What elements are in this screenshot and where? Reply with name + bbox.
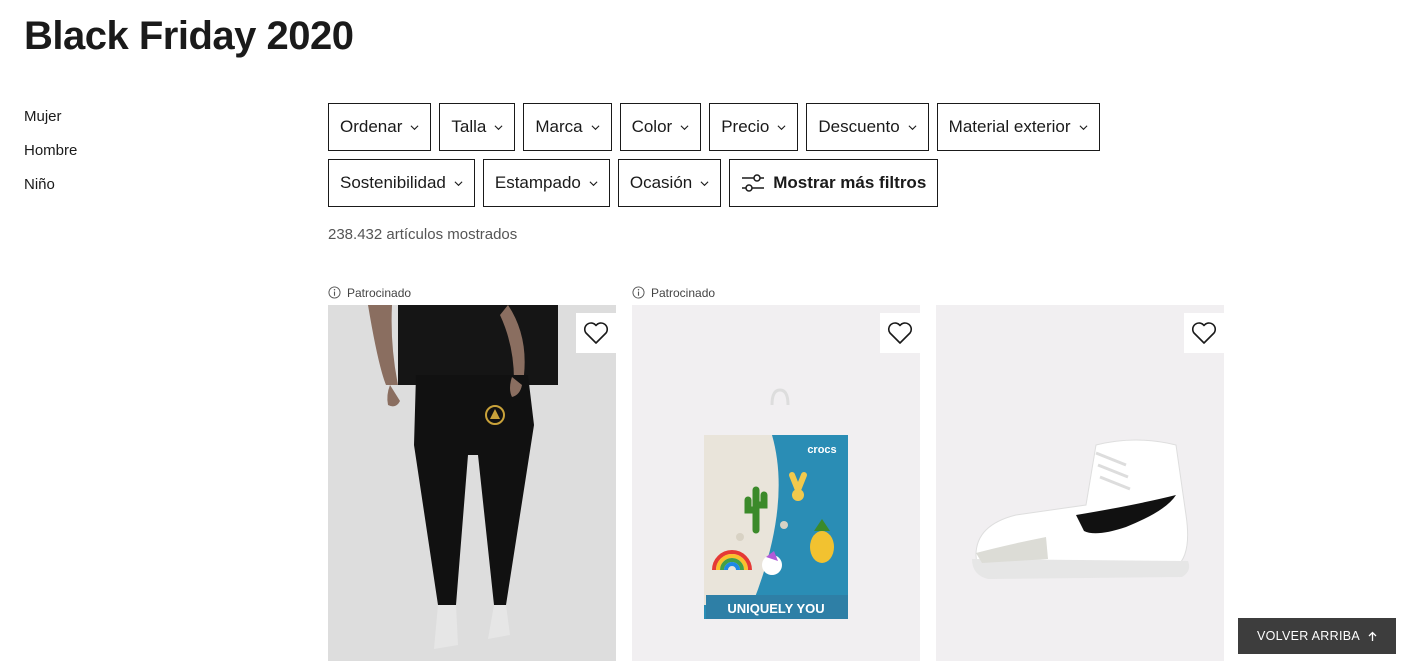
sponsored-label: Patrocinado	[347, 285, 412, 300]
sponsored-tag: Patrocinado	[632, 280, 920, 305]
back-to-top-button[interactable]: VOLVER ARRIBA	[1238, 618, 1396, 654]
filter-label: Sostenibilidad	[340, 173, 446, 192]
filter-sort-button[interactable]: Ordenar	[328, 103, 432, 151]
sliders-icon	[742, 174, 765, 192]
filter-label: Descuento	[818, 117, 900, 136]
sponsored-tag	[936, 280, 1224, 305]
more-filters-label: Mostrar más filtros	[773, 173, 927, 192]
filter-label: Estampado	[494, 173, 581, 192]
favorite-button[interactable]	[1184, 313, 1224, 353]
product-image[interactable]	[936, 305, 1224, 661]
results-count: 238.432 artículos mostrados	[328, 226, 518, 243]
category-nav: Mujer Hombre Niño	[24, 108, 77, 210]
filter-row-1: Ordenar Talla Marca Color Precio Descuen…	[328, 103, 1128, 151]
filter-color-button[interactable]: Color	[619, 103, 702, 151]
nav-item-hombre[interactable]: Hombre	[24, 142, 77, 176]
product-image[interactable]: UNIQUELY YOU crocs	[632, 305, 920, 661]
jibbitz-pack-illustration: UNIQUELY YOU crocs	[632, 305, 920, 661]
chevron-down-icon	[1079, 124, 1088, 130]
chevron-down-icon	[410, 124, 419, 130]
chevron-down-icon	[700, 180, 709, 186]
sponsored-label: Patrocinado	[651, 285, 716, 300]
info-icon[interactable]	[328, 286, 341, 299]
favorite-button[interactable]	[576, 313, 616, 353]
page-title: Black Friday 2020	[24, 14, 354, 58]
filter-size-button[interactable]: Talla	[439, 103, 516, 151]
product-grid: Patrocinado Patrocinado UNIQUELY YOU cro…	[328, 280, 1224, 661]
chevron-down-icon	[777, 124, 786, 130]
filter-material-button[interactable]: Material exterior	[936, 103, 1100, 151]
chevron-down-icon	[589, 180, 598, 186]
sponsored-tag: Patrocinado	[328, 280, 616, 305]
filter-label: Talla	[451, 117, 487, 136]
filter-pattern-button[interactable]: Estampado	[482, 159, 610, 207]
heart-icon	[1191, 322, 1217, 344]
back-to-top-label: VOLVER ARRIBA	[1256, 629, 1360, 643]
filter-label: Precio	[721, 117, 770, 136]
product-image[interactable]	[328, 305, 616, 661]
filter-label: Material exterior	[948, 117, 1071, 136]
nav-item-nino[interactable]: Niño	[24, 176, 77, 210]
filter-label: Ordenar	[340, 117, 403, 136]
more-filters-button[interactable]: Mostrar más filtros	[729, 159, 939, 207]
chevron-down-icon	[680, 124, 689, 130]
filter-label: Marca	[535, 117, 583, 136]
filter-sustainability-button[interactable]: Sostenibilidad	[328, 159, 475, 207]
filter-discount-button[interactable]: Descuento	[806, 103, 929, 151]
chevron-down-icon	[908, 124, 917, 130]
filter-label: Ocasión	[629, 173, 693, 192]
favorite-button[interactable]	[880, 313, 920, 353]
product-card[interactable]: Patrocinado UNIQUELY YOU crocs	[632, 280, 920, 661]
filter-brand-button[interactable]: Marca	[523, 103, 612, 151]
heart-icon	[887, 322, 913, 344]
chevron-down-icon	[591, 124, 600, 130]
filter-label: Color	[631, 117, 673, 136]
arrow-up-icon	[1368, 631, 1377, 641]
chevron-down-icon	[494, 124, 503, 130]
jibbitz-tagline: UNIQUELY YOU	[727, 601, 824, 616]
nav-item-mujer[interactable]: Mujer	[24, 108, 77, 142]
info-icon[interactable]	[632, 286, 645, 299]
filter-bar: Ordenar Talla Marca Color Precio Descuen…	[328, 103, 1128, 215]
filter-occasion-button[interactable]: Ocasión	[617, 159, 722, 207]
jibbitz-brand: crocs	[807, 444, 836, 456]
filter-price-button[interactable]: Precio	[709, 103, 799, 151]
heart-icon	[583, 322, 609, 344]
sneaker-illustration	[936, 305, 1224, 661]
chevron-down-icon	[454, 180, 463, 186]
pants-illustration	[328, 305, 616, 661]
product-card[interactable]: Patrocinado	[328, 280, 616, 661]
filter-row-2: Sostenibilidad Estampado Ocasión Mostrar…	[328, 159, 1128, 207]
product-card[interactable]	[936, 280, 1224, 661]
